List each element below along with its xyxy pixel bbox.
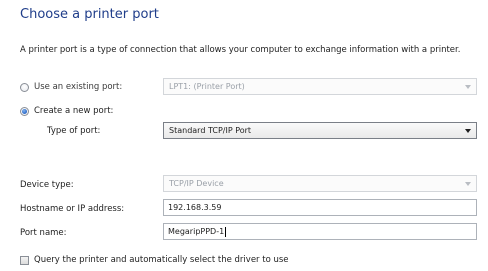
query-printer-label[interactable]: Query the printer and automatically sele… bbox=[34, 255, 289, 265]
device-type-select[interactable]: TCP/IP Device bbox=[163, 175, 477, 192]
port-name-input[interactable]: MegaripPPD-1 bbox=[163, 223, 477, 240]
create-new-port-label[interactable]: Create a new port: bbox=[34, 106, 113, 116]
text-caret bbox=[225, 226, 227, 237]
create-new-port-radio[interactable] bbox=[20, 107, 29, 116]
type-of-port-select[interactable]: Standard TCP/IP Port bbox=[163, 122, 477, 139]
chevron-down-icon bbox=[465, 85, 471, 89]
existing-port-select[interactable]: LPT1: (Printer Port) bbox=[163, 78, 477, 95]
type-of-port-label: Type of port: bbox=[47, 126, 101, 136]
port-name-value: MegaripPPD-1 bbox=[168, 227, 225, 236]
device-type-label: Device type: bbox=[20, 180, 74, 190]
type-of-port-value: Standard TCP/IP Port bbox=[169, 126, 252, 135]
query-printer-checkbox[interactable] bbox=[20, 256, 29, 265]
chevron-down-icon bbox=[465, 182, 471, 186]
hostname-value: 192.168.3.59 bbox=[168, 203, 222, 212]
use-existing-port-radio[interactable] bbox=[20, 83, 29, 92]
device-type-value: TCP/IP Device bbox=[169, 179, 224, 188]
chevron-down-icon bbox=[465, 129, 471, 133]
hostname-input[interactable]: 192.168.3.59 bbox=[163, 199, 477, 216]
use-existing-port-label[interactable]: Use an existing port: bbox=[34, 82, 122, 92]
port-name-label: Port name: bbox=[20, 228, 67, 238]
existing-port-value: LPT1: (Printer Port) bbox=[169, 82, 245, 91]
page-title: Choose a printer port bbox=[20, 7, 159, 22]
hostname-label: Hostname or IP address: bbox=[20, 204, 125, 214]
page-description: A printer port is a type of connection t… bbox=[20, 45, 461, 55]
